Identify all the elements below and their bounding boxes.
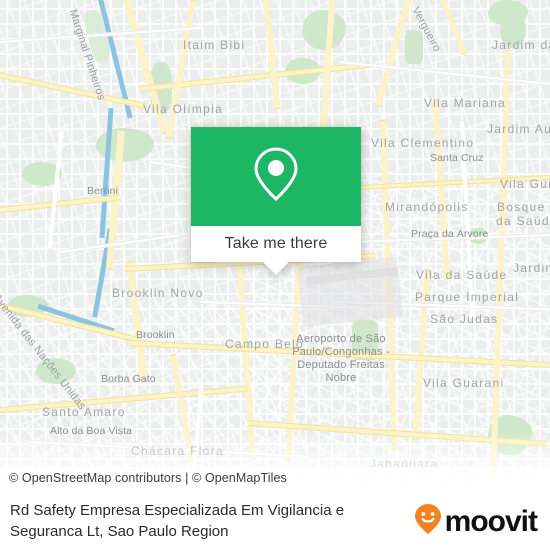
map-label: Vila da Saúde [416, 268, 508, 282]
map-label: Borba Gato [101, 373, 156, 385]
map-label: Vila Gume [500, 177, 550, 191]
map-label: da Saúde [496, 214, 550, 228]
map-label: Vila Mariana [424, 96, 507, 110]
moovit-wordmark: moovit [444, 504, 538, 538]
map-label: Vila Olímpia [143, 102, 224, 116]
map-label: Berrini [87, 185, 119, 197]
park-area [405, 30, 423, 64]
map-label: Santo Amaro [42, 405, 126, 419]
take-me-there-label: Take me there [224, 235, 328, 252]
map-label: Parque Imperial [415, 290, 520, 304]
map-label: Itaim Bibi [183, 38, 246, 52]
map-label: Jardim Auré [487, 122, 550, 136]
map-label: Jardim da C [492, 38, 550, 52]
popup-pointer [263, 262, 289, 275]
moovit-smiley-pin-icon [413, 503, 443, 540]
map-label: Mirandópolis [385, 200, 469, 214]
map-label: Vila Guarani [423, 376, 505, 390]
moovit-map-screen: Marginal Pinheiros Itaim Bibi Vila Olímpia… [0, 0, 550, 550]
map-label: Bosque [497, 200, 546, 214]
map-label: Brooklin [136, 329, 175, 341]
map-label: São Judas [430, 312, 499, 326]
moovit-logo[interactable]: moovit [413, 503, 538, 540]
map-label: Praça da Árvore [411, 228, 489, 240]
take-me-there-button[interactable]: Take me there [191, 226, 361, 262]
attribution-text: © OpenStreetMap contributors | © OpenMap… [9, 471, 287, 485]
map-label: Santa Cruz [430, 152, 484, 164]
page-title: Rd Safety Empresa Especializada Em Vigil… [10, 502, 345, 540]
map-label: Brooklin Novo [112, 286, 204, 300]
map-label-airport: Aeroporto de São Paulo/Congonhas - Deput… [292, 333, 390, 384]
location-popup-card[interactable]: Take me there [191, 127, 361, 275]
popup-header [191, 127, 361, 226]
map-label: Vila Clementino [371, 136, 475, 150]
map-pin-icon [252, 145, 300, 208]
map-attribution: © OpenStreetMap contributors | © OpenMap… [0, 467, 550, 489]
map-label: Jardim [513, 261, 550, 275]
